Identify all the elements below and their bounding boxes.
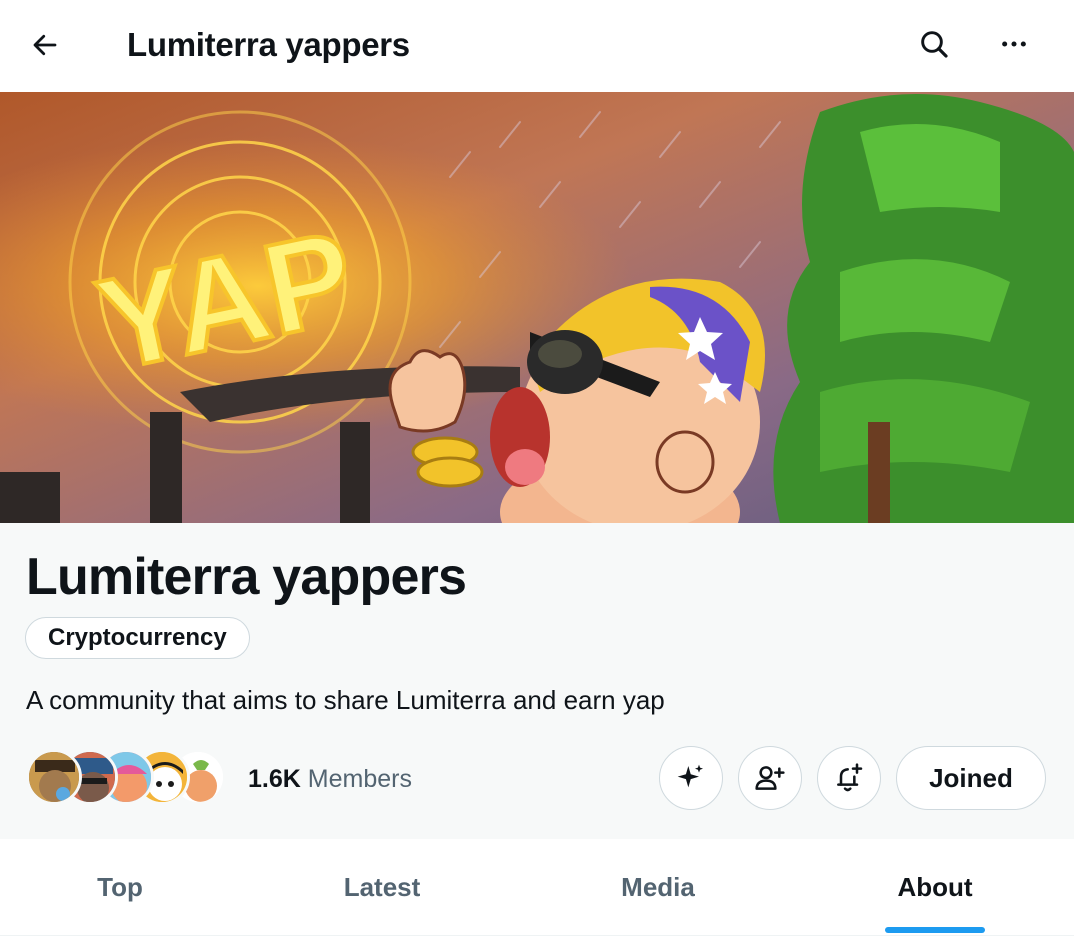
banner-illustration: YAP — [0, 92, 1074, 523]
joined-button[interactable]: Joined — [896, 746, 1046, 810]
tab-latest[interactable]: Latest — [262, 839, 502, 936]
add-user-icon — [755, 766, 785, 790]
invite-button[interactable] — [738, 746, 802, 810]
members-label: Members — [307, 765, 412, 793]
notifications-button[interactable] — [817, 746, 881, 810]
avatar — [26, 749, 82, 805]
tab-about[interactable]: About — [815, 839, 1055, 936]
tab-top[interactable]: Top — [0, 839, 240, 936]
search-icon — [921, 31, 948, 58]
grok-summary-button[interactable] — [659, 746, 723, 810]
member-avatars[interactable] — [26, 749, 226, 807]
back-button[interactable] — [22, 22, 68, 68]
members-number: 1.6K — [248, 765, 301, 793]
top-header: Lumiterra yappers — [0, 0, 1074, 92]
sparkle-icon — [677, 764, 703, 788]
topic-pill[interactable]: Cryptocurrency — [25, 617, 250, 659]
community-banner: YAP — [0, 92, 1074, 523]
more-horizontal-icon — [1002, 41, 1026, 47]
community-info: Lumiterra yappers Cryptocurrency A commu… — [0, 523, 1074, 839]
header-title: Lumiterra yappers — [127, 26, 410, 63]
more-options-button[interactable] — [990, 20, 1038, 68]
community-name: Lumiterra yappers — [26, 548, 467, 606]
members-count[interactable]: 1.6K Members — [248, 764, 412, 794]
arrow-left-icon — [33, 34, 57, 56]
active-tab-indicator — [885, 927, 985, 933]
community-tabs: Top Latest Media About — [0, 839, 1074, 936]
tab-media[interactable]: Media — [538, 839, 778, 936]
bell-plus-icon — [837, 763, 863, 792]
search-button[interactable] — [910, 20, 958, 68]
community-description: A community that aims to share Lumiterra… — [26, 685, 665, 715]
